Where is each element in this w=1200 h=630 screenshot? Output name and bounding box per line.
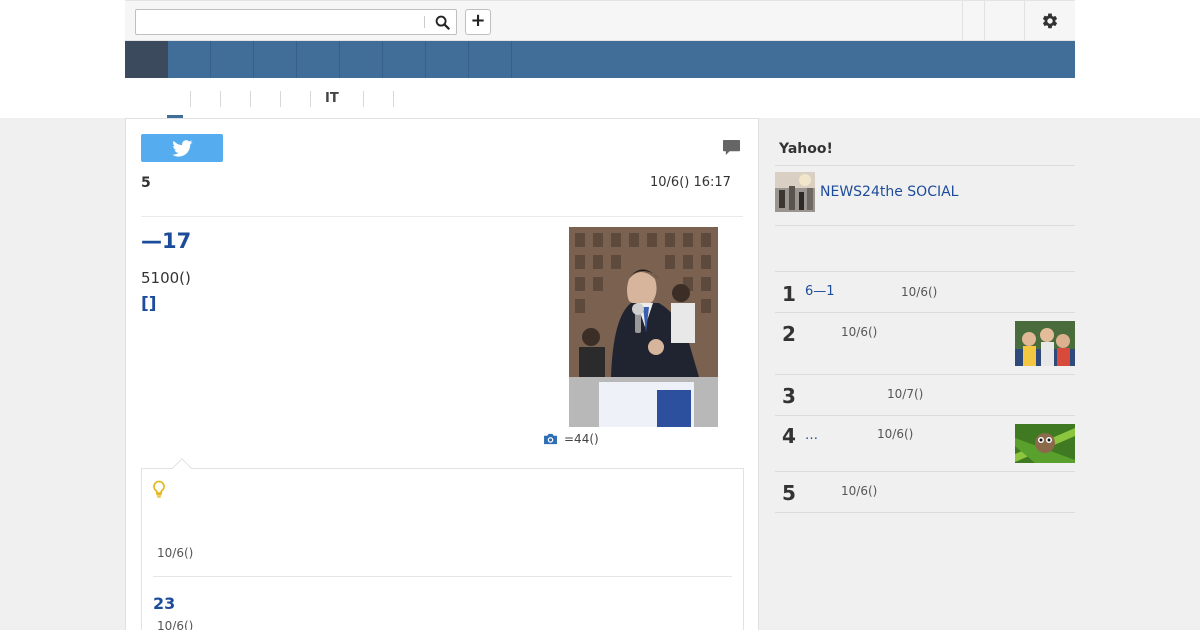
- ranking-number: 3: [782, 384, 796, 408]
- subnav-item[interactable]: [160, 91, 174, 107]
- toolbar-divider: [962, 1, 963, 40]
- toolbar-divider: [984, 1, 985, 40]
- search-separator: [424, 16, 425, 28]
- twitter-icon: [171, 139, 192, 157]
- subnav-item[interactable]: [393, 91, 408, 107]
- ranking-date: 10/7(): [887, 387, 924, 401]
- comment-icon: [723, 139, 740, 156]
- nav-item[interactable]: [211, 41, 254, 78]
- nav-item[interactable]: [426, 41, 469, 78]
- nav-item-home[interactable]: [125, 41, 168, 78]
- subnav-item[interactable]: [190, 91, 205, 107]
- ranking-item[interactable]: 4 … 10/6(): [775, 416, 1075, 471]
- ranking-thumbnail: [1015, 424, 1075, 463]
- ranking-date: 10/6(): [901, 285, 938, 299]
- tweet-button[interactable]: [141, 134, 223, 162]
- yahoo-feature-image: [775, 172, 815, 212]
- related-notch: [172, 458, 192, 478]
- ranking-number: 5: [782, 481, 796, 505]
- divider: [153, 576, 732, 577]
- related-item-title[interactable]: 23: [153, 594, 175, 613]
- gear-icon: [1042, 12, 1058, 28]
- nav-item[interactable]: [340, 41, 383, 78]
- nav-item[interactable]: [297, 41, 340, 78]
- search-button[interactable]: [430, 12, 454, 32]
- add-button[interactable]: +: [465, 9, 491, 35]
- settings-button[interactable]: [1025, 1, 1075, 40]
- search-input[interactable]: [138, 12, 422, 32]
- search-icon: [435, 15, 450, 30]
- related-articles: 10/6() 23 10/6(): [141, 458, 744, 630]
- ranking-date: 10/6(): [877, 427, 914, 441]
- article-timestamp: 10/6() 16:17: [650, 175, 731, 190]
- sidebar-title: Yahoo!: [779, 141, 833, 157]
- ranking-number: 1: [782, 282, 796, 306]
- article-headline[interactable]: —17: [141, 229, 191, 253]
- divider: [141, 216, 743, 217]
- ranking-title[interactable]: …: [805, 428, 818, 443]
- top-toolbar: +: [125, 0, 1075, 41]
- nav-item[interactable]: [383, 41, 426, 78]
- search-box: [135, 9, 457, 35]
- related-item-date: 10/6(): [157, 619, 194, 630]
- article-summary: 5100(): [141, 269, 191, 287]
- ranking-thumbnail-image: [1015, 424, 1075, 463]
- divider: [775, 165, 1075, 166]
- divider: [775, 512, 1075, 513]
- ranking-date: 10/6(): [841, 325, 878, 339]
- subnav-item[interactable]: [363, 91, 378, 107]
- photo-caption: =44(): [543, 432, 599, 446]
- ranking-item[interactable]: 2 10/6(): [775, 313, 1075, 374]
- article-photo-image: [569, 227, 718, 427]
- subnav-item[interactable]: [250, 91, 265, 107]
- yahoo-feature-item[interactable]: NEWS24the SOCIAL: [775, 172, 958, 212]
- sidebar: Yahoo! NEWS24the SOCIAL 1 6—1 10/6() 2 1…: [759, 118, 1075, 630]
- lightbulb-icon: [153, 480, 165, 498]
- ranking-thumbnail: [1015, 321, 1075, 366]
- ranking-date: 10/6(): [841, 484, 878, 498]
- ranking-item[interactable]: 1 6—1 10/6(): [775, 272, 1075, 313]
- photo-caption-text: =44(): [564, 432, 599, 446]
- nav-item[interactable]: [168, 41, 211, 78]
- ranking-number: 2: [782, 322, 796, 346]
- category-nav: [125, 41, 1075, 78]
- divider: [775, 225, 1075, 226]
- lightbulb-badge: [152, 480, 166, 502]
- ranking-item[interactable]: 5 10/6(): [775, 472, 1075, 512]
- related-item-date: 10/6(): [157, 546, 194, 560]
- ranking-thumbnail-image: [1015, 321, 1075, 366]
- article-panel: 5 10/6() 16:17 —17 5100() [] =44() 10/6(…: [125, 118, 759, 630]
- yahoo-feature-thumbnail: [775, 172, 815, 212]
- article-photo[interactable]: [569, 227, 718, 427]
- subnav-item[interactable]: [220, 91, 235, 107]
- read-more-link[interactable]: []: [141, 294, 157, 314]
- subnav-item-it[interactable]: IT: [310, 91, 339, 107]
- article-source: 5: [141, 175, 151, 191]
- ranking-title[interactable]: 6—1: [805, 284, 835, 299]
- subnav-item[interactable]: [280, 91, 295, 107]
- nav-item[interactable]: [254, 41, 297, 78]
- ranking-item[interactable]: 3 10/7(): [775, 375, 1075, 415]
- yahoo-feature-label: NEWS24the SOCIAL: [820, 184, 959, 200]
- camera-icon: [544, 433, 557, 445]
- comment-button[interactable]: [722, 139, 741, 160]
- ranking-number: 4: [782, 424, 796, 448]
- nav-item[interactable]: [469, 41, 512, 78]
